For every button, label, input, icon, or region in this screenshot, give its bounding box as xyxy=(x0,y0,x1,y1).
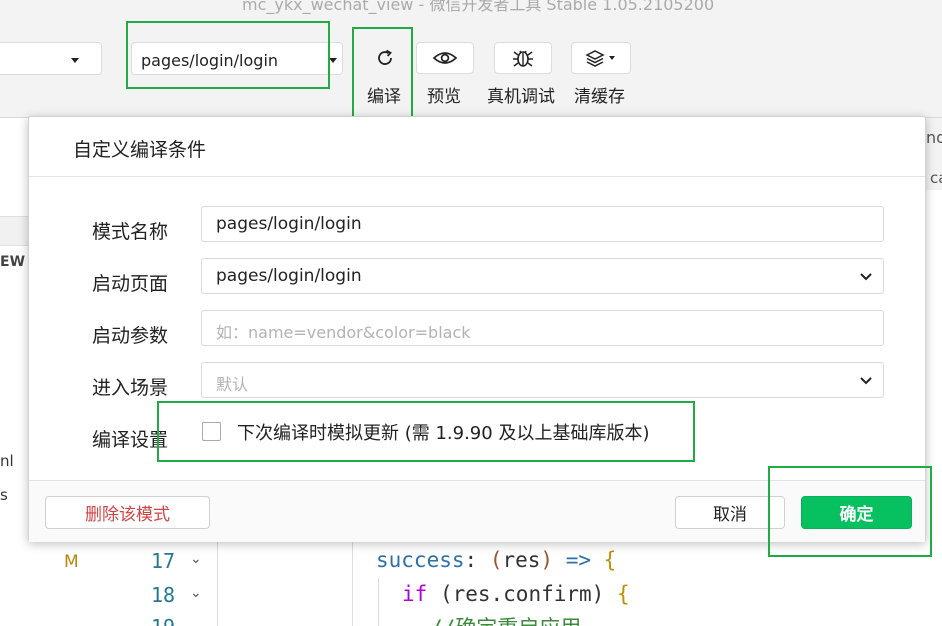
mode-name-value: pages/login/login xyxy=(216,214,362,234)
code-line[interactable]: if (res.confirm) { xyxy=(402,582,630,606)
simulate-update-label[interactable]: 下次编译时模拟更新 (需 1.9.90 及以上基础库版本) xyxy=(237,419,649,445)
simulate-update-checkbox[interactable] xyxy=(202,422,221,441)
launch-page-select[interactable]: pages/login/login xyxy=(201,258,884,294)
left-panel xyxy=(0,118,28,626)
left-panel-header xyxy=(0,216,28,246)
real-device-debug-label[interactable]: 真机调试 xyxy=(487,82,555,107)
layers-icon xyxy=(585,50,615,67)
fold-chevron-icon[interactable]: ⌄ xyxy=(190,585,202,601)
indent-guide xyxy=(352,542,353,626)
launch-params-placeholder: 如：name=vendor&color=black xyxy=(216,323,471,342)
launch-params-input[interactable]: 如：name=vendor&color=black xyxy=(201,310,884,346)
preview-button[interactable] xyxy=(416,42,474,74)
clear-cache-button[interactable] xyxy=(571,42,631,74)
chevron-down-icon xyxy=(860,377,872,385)
mode-name-label: 模式名称 xyxy=(92,221,169,243)
eye-icon xyxy=(432,52,458,64)
delete-mode-button[interactable]: 删除该模式 xyxy=(45,496,210,529)
chevron-down-icon xyxy=(860,273,872,281)
window-title: mc_ykx_wechat_view - 微信开发者工具 Stable 1.05… xyxy=(242,0,715,14)
launch-params-label: 启动参数 xyxy=(92,325,169,347)
real-device-debug-button[interactable] xyxy=(494,42,552,74)
compile-mode-value: pages/login/login xyxy=(141,51,279,70)
chevron-down-icon xyxy=(71,58,79,63)
line-number: 17 xyxy=(151,549,176,573)
bug-icon xyxy=(513,50,533,67)
project-select[interactable] xyxy=(0,42,102,75)
custom-compile-dialog: 自定义编译条件 模式名称 pages/login/login 启动页面 page… xyxy=(28,116,926,542)
confirm-button[interactable]: 确定 xyxy=(801,496,912,529)
chevron-down-icon xyxy=(329,58,337,63)
left-panel-item[interactable]: s xyxy=(0,486,8,504)
launch-page-label: 启动页面 xyxy=(92,273,169,295)
ide-toolbar: mc_ykx_wechat_view - 微信开发者工具 Stable 1.05… xyxy=(0,0,942,118)
right-panel-text: nd xyxy=(926,128,942,147)
compile-label[interactable]: 编译 xyxy=(367,82,401,107)
indent-guide xyxy=(378,578,379,626)
right-panel-text: ca xyxy=(930,169,942,187)
cancel-button[interactable]: 取消 xyxy=(675,496,785,529)
line-number: 18 xyxy=(151,583,176,607)
mode-name-input[interactable]: pages/login/login xyxy=(201,206,884,242)
dialog-header: 自定义编译条件 xyxy=(29,117,925,177)
git-modified-badge: M xyxy=(64,552,79,572)
preview-label[interactable]: 预览 xyxy=(427,82,461,107)
compile-button[interactable] xyxy=(362,42,408,74)
compile-mode-select[interactable]: pages/login/login xyxy=(131,42,343,75)
fold-chevron-icon[interactable]: ⌄ xyxy=(190,551,202,567)
entry-scene-placeholder: 默认 xyxy=(216,375,249,394)
clear-cache-label[interactable]: 清缓存 xyxy=(574,82,625,107)
indent-guide xyxy=(217,542,218,626)
line-number: 19 xyxy=(151,615,175,626)
launch-page-value: pages/login/login xyxy=(216,266,362,286)
dialog-footer: 删除该模式 取消 确定 xyxy=(29,480,925,542)
entry-scene-label: 进入场景 xyxy=(92,377,169,399)
refresh-icon xyxy=(378,49,392,65)
left-panel-title: EW xyxy=(0,254,26,270)
code-line[interactable]: //确定重启应用 xyxy=(430,612,581,626)
code-line[interactable]: success: (res) => { xyxy=(376,548,616,572)
entry-scene-select[interactable]: 默认 xyxy=(201,362,884,398)
left-panel-item[interactable]: nl xyxy=(0,452,14,470)
dialog-title: 自定义编译条件 xyxy=(73,139,207,161)
compile-settings-label: 编译设置 xyxy=(92,429,169,451)
